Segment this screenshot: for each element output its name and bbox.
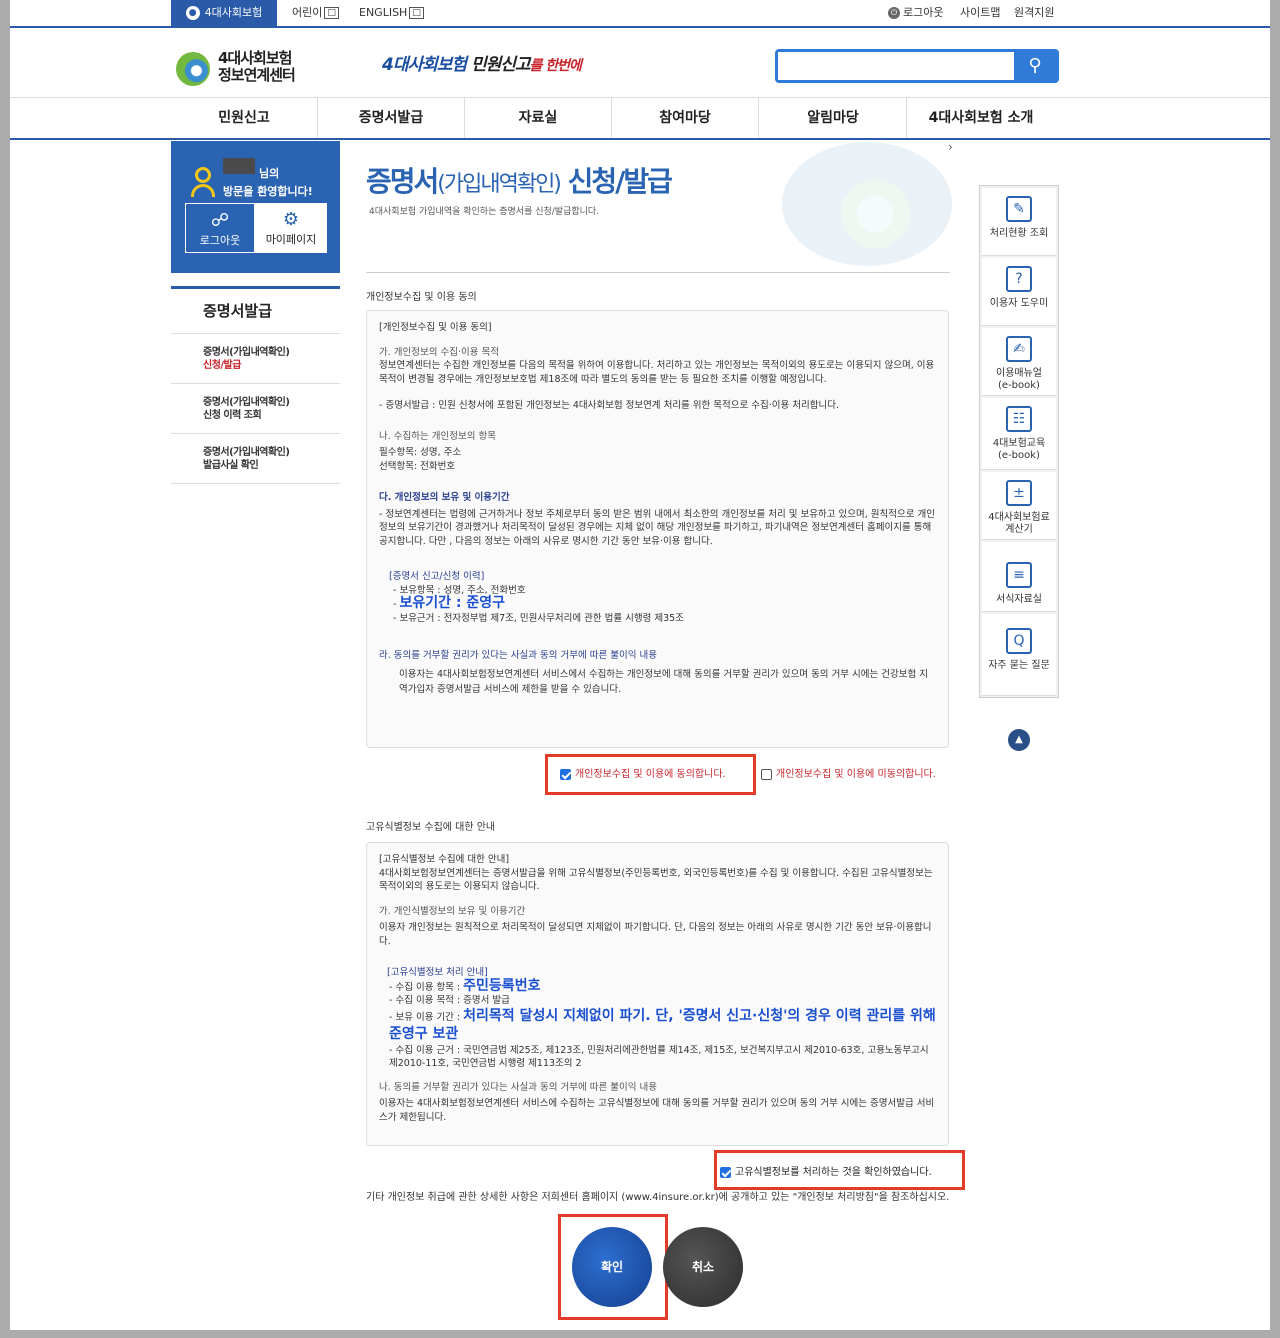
confirm-button[interactable]: 확인 <box>572 1227 652 1307</box>
search-input[interactable] <box>778 52 1014 80</box>
quick-faq[interactable]: Q 자주 묻는 질문 <box>982 614 1056 696</box>
page-title: 증명서(가입내역확인) 신청/발급 <box>366 165 673 198</box>
new-window-icon: □ <box>409 7 424 19</box>
gear-icon: ⚙ <box>282 209 300 230</box>
logout-link[interactable]: ⏻ 로그아웃 <box>888 0 943 28</box>
background-logo-watermark <box>782 142 952 266</box>
quick-manual[interactable]: ✍ 이용매뉴얼 (e-book) <box>982 328 1056 396</box>
quick-user-help[interactable]: ? 이용자 도우미 <box>982 258 1056 326</box>
unique-confirm-checkbox[interactable]: 고유식별정보를 처리하는 것을 확인하였습니다. <box>720 1163 932 1178</box>
tab-4insure[interactable]: ● 4대사회보험 <box>171 0 277 28</box>
user-suffix: 님의 <box>259 167 280 180</box>
mypage-button[interactable]: ⚙ 마이페이지 <box>255 203 327 253</box>
remote-support-link[interactable]: 원격지원 <box>1014 0 1054 28</box>
quick-status-lookup[interactable]: ✎ 처리현황 조회 <box>982 188 1056 256</box>
document-icon: ≡ <box>1006 562 1032 588</box>
faq-icon: Q <box>1006 628 1032 654</box>
logo-icon[interactable] <box>176 52 210 86</box>
power-icon: ⏻ <box>888 7 900 19</box>
globe-icon: ● <box>185 6 200 20</box>
header: 4대사회보험 정보연계센터 4대사회보험 민원신고를 한번에 ⚲ <box>10 30 1270 98</box>
user-panel: 님의 방문을 환영합니다! ☍ 로그아웃 ⚙ 마이페이지 <box>171 141 340 273</box>
manual-icon: ✍ <box>1006 336 1032 362</box>
link-english[interactable]: ENGLISH □ <box>359 0 424 28</box>
checkbox-unchecked[interactable] <box>761 768 772 780</box>
nav-notice[interactable]: 알림마당 <box>760 98 907 138</box>
calculator-icon: ± <box>1006 480 1032 506</box>
nav-library[interactable]: 자료실 <box>465 98 612 138</box>
unique-terms-box[interactable]: [고유식별정보 수집에 대한 안내] 4대사회보험정보연계센터는 증명서발급을 … <box>366 842 949 1146</box>
unique-section-label: 고유식별정보 수집에 대한 안내 <box>366 822 496 833</box>
privacy-terms-box[interactable]: [개인정보수집 및 이용 동의] 가. 개인정보의 수집·이용 목적 정보연계센… <box>366 310 949 748</box>
link-kids[interactable]: 어린이 □ <box>292 0 339 28</box>
user-icon <box>191 167 215 197</box>
cancel-button[interactable]: 취소 <box>663 1227 743 1307</box>
sidebar-logout-button[interactable]: ☍ 로그아웃 <box>185 203 255 253</box>
clipboard-icon: ✎ <box>1006 196 1032 222</box>
sitemap-link[interactable]: 사이트맵 <box>960 0 1000 28</box>
privacy-footnote: 기타 개인정보 취급에 관한 상세한 사항은 저희센터 홈페이지 (www.4i… <box>366 1192 950 1203</box>
quick-education[interactable]: ☷ 4대보험교육 (e-book) <box>982 398 1056 470</box>
main-navigation: 민원신고 증명서발급 자료실 참여마당 알림마당 4대사회보험 소개 <box>10 98 1270 140</box>
page-description: 4대사회보험 가입내역을 확인하는 증명서를 신청/발급합니다. <box>369 207 600 217</box>
lock-icon: ☍ <box>210 210 230 231</box>
checkbox-checked[interactable] <box>720 1166 731 1178</box>
chevron-up-icon: ▲ <box>1015 734 1023 745</box>
quick-forms[interactable]: ≡ 서식자료실 <box>982 542 1056 612</box>
top-utility-bar: ● 4대사회보험 어린이 □ ENGLISH □ ⏻ 로그아웃 사이트맵 원격지원 <box>10 0 1270 28</box>
checkbox-checked[interactable] <box>560 768 571 780</box>
chevron-right-icon[interactable]: › <box>948 140 953 154</box>
masked-username <box>223 158 255 174</box>
search-button[interactable]: ⚲ <box>1014 52 1056 80</box>
monitor-help-icon: ? <box>1006 266 1032 292</box>
nav-complaint[interactable]: 민원신고 <box>171 98 318 138</box>
privacy-section-label: 개인정보수집 및 이용 동의 <box>366 292 477 303</box>
quick-calculator[interactable]: ± 4대사회보험료 계산기 <box>982 472 1056 540</box>
sidebar-item-apply[interactable]: 증명서(가입내역확인) 신청/발급 <box>171 334 340 384</box>
header-slogan: 4대사회보험 민원신고를 한번에 <box>382 55 582 75</box>
site-logo[interactable]: 4대사회보험 정보연계센터 <box>218 50 328 84</box>
sidebar-title: 증명서발급 <box>171 286 340 334</box>
sidebar-item-history[interactable]: 증명서(가입내역확인) 신청 이력 조회 <box>171 384 340 434</box>
scroll-top-button[interactable]: ▲ <box>1008 729 1030 751</box>
nav-participation[interactable]: 참여마당 <box>612 98 759 138</box>
sidebar-item-verify[interactable]: 증명서(가입내역확인) 발급사실 확인 <box>171 434 340 484</box>
divider <box>366 272 950 273</box>
privacy-disagree-checkbox[interactable]: 개인정보수집 및 이용에 미동의합니다. <box>761 765 936 780</box>
privacy-agree-checkbox[interactable]: 개인정보수집 및 이용에 동의합니다. <box>560 765 726 780</box>
new-window-icon: □ <box>324 7 339 19</box>
search-icon: ⚲ <box>1028 55 1042 76</box>
nav-certificate[interactable]: 증명서발급 <box>318 98 465 138</box>
page: ● 4대사회보험 어린이 □ ENGLISH □ ⏻ 로그아웃 사이트맵 원격지원 4대… <box>10 0 1270 1330</box>
book-icon: ☷ <box>1006 406 1032 432</box>
quick-menu: ✎ 처리현황 조회 ? 이용자 도우미 ✍ 이용매뉴얼 (e-book) ☷ 4… <box>979 185 1059 698</box>
search-box: ⚲ <box>775 49 1059 83</box>
welcome-text: 방문을 환영합니다! <box>223 185 313 198</box>
nav-about[interactable]: 4대사회보험 소개 <box>907 98 1055 138</box>
